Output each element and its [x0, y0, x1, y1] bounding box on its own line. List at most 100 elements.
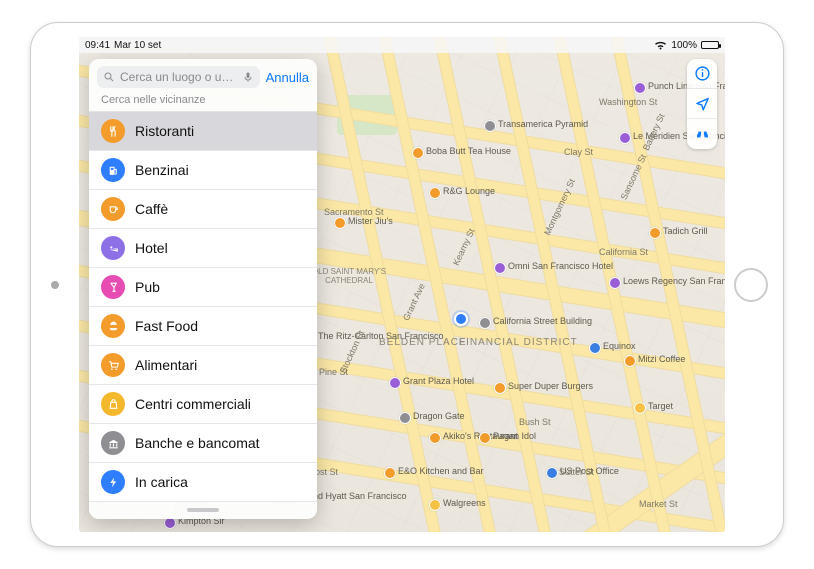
category-row-caffè[interactable]: Caffè [89, 190, 317, 229]
bed-icon [101, 236, 125, 260]
poi-marker[interactable] [619, 132, 631, 144]
dictation-icon[interactable] [242, 71, 254, 83]
street-label: Montgomery St [542, 177, 577, 237]
poi-marker[interactable] [589, 342, 601, 354]
category-label: Centri commerciali [135, 396, 251, 412]
category-row-in-carica[interactable]: In carica [89, 463, 317, 502]
poi-marker[interactable] [412, 147, 424, 159]
poi-marker[interactable] [389, 377, 401, 389]
map-controls [687, 59, 717, 149]
binoculars-icon [694, 126, 711, 143]
poi-marker[interactable] [634, 402, 646, 414]
poi-marker[interactable] [429, 499, 441, 511]
locate-button[interactable] [687, 89, 717, 119]
category-list: Ristoranti Benzinai Caffè Hotel Pub Fast Food… [89, 111, 317, 502]
category-label: Hotel [135, 240, 168, 256]
poi-marker[interactable] [484, 120, 496, 132]
poi-label: Pagan Idol [493, 431, 536, 441]
poi-label: Mister Jiu's [348, 216, 393, 226]
bolt-icon [101, 470, 125, 494]
category-row-ristoranti[interactable]: Ristoranti [89, 112, 317, 151]
front-camera [51, 281, 59, 289]
poi-marker[interactable] [479, 432, 491, 444]
category-label: Benzinai [135, 162, 189, 178]
binoculars-button[interactable] [687, 119, 717, 149]
poi-label: Tadich Grill [663, 226, 708, 236]
category-label: Banche e bancomat [135, 435, 260, 451]
search-panel: Cerca un luogo o un indirizzo Annulla Ce… [89, 59, 317, 519]
status-date: Mar 10 set [114, 40, 161, 51]
street-label: Market St [639, 499, 678, 509]
info-button[interactable] [687, 59, 717, 89]
poi-marker[interactable] [609, 277, 621, 289]
category-label: In carica [135, 474, 188, 490]
cup-icon [101, 197, 125, 221]
street-label: Clay St [564, 147, 593, 157]
bank-icon [101, 431, 125, 455]
poi-label: Omni San Francisco Hotel [508, 261, 613, 271]
burger-icon [101, 314, 125, 338]
district-label: FINANCIAL DISTRICT [459, 337, 578, 348]
category-row-pub[interactable]: Pub [89, 268, 317, 307]
glass-icon [101, 275, 125, 299]
poi-marker[interactable] [384, 467, 396, 479]
cancel-button[interactable]: Annulla [266, 70, 309, 85]
poi-marker[interactable] [479, 317, 491, 329]
street-label: Sacramento St [324, 207, 384, 217]
poi-marker[interactable] [494, 382, 506, 394]
category-row-centri-commerciali[interactable]: Centri commerciali [89, 385, 317, 424]
district-label: OLD SAINT MARY'S CATHEDRAL [309, 267, 389, 285]
status-time: 09:41 [85, 40, 110, 51]
user-location-dot [454, 312, 468, 326]
poi-label: Super Duper Burgers [508, 381, 593, 391]
poi-label: Equinox [603, 341, 636, 351]
category-label: Fast Food [135, 318, 198, 334]
poi-label: Walgreens [443, 498, 486, 508]
fork-icon [101, 119, 125, 143]
category-label: Ristoranti [135, 123, 194, 139]
poi-label: Target [648, 401, 673, 411]
poi-label: Transamerica Pyramid [498, 119, 588, 129]
search-input[interactable]: Cerca un luogo o un indirizzo [97, 66, 260, 88]
street-label: Kearny St [451, 227, 477, 267]
poi-marker[interactable] [399, 412, 411, 424]
street-label: Sutter St [559, 467, 594, 477]
poi-label: Mitzi Coffee [638, 354, 685, 364]
category-label: Pub [135, 279, 160, 295]
poi-marker[interactable] [429, 432, 441, 444]
category-label: Caffè [135, 201, 168, 217]
poi-marker[interactable] [546, 467, 558, 479]
poi-marker[interactable] [634, 82, 646, 94]
screen: 09:41 Mar 10 set 100% [79, 37, 725, 532]
battery-icon [701, 41, 719, 49]
poi-label: Grant Plaza Hotel [403, 376, 474, 386]
street-label: California St [599, 247, 648, 257]
category-row-alimentari[interactable]: Alimentari [89, 346, 317, 385]
category-row-fast-food[interactable]: Fast Food [89, 307, 317, 346]
status-bar: 09:41 Mar 10 set 100% [79, 37, 725, 53]
poi-marker[interactable] [624, 355, 636, 367]
street-label: Grant Ave [401, 282, 427, 322]
street-label: Bush St [519, 417, 551, 427]
poi-marker[interactable] [649, 227, 661, 239]
ipad-frame: 09:41 Mar 10 set 100% [30, 22, 784, 547]
section-title: Cerca nelle vicinanze [89, 92, 317, 111]
category-row-hotel[interactable]: Hotel [89, 229, 317, 268]
poi-label: E&O Kitchen and Bar [398, 466, 484, 476]
category-row-benzinai[interactable]: Benzinai [89, 151, 317, 190]
panel-grabber[interactable] [187, 508, 219, 512]
home-button[interactable] [734, 268, 768, 302]
search-icon [103, 71, 115, 83]
poi-marker[interactable] [494, 262, 506, 274]
poi-label: R&G Lounge [443, 186, 495, 196]
poi-label: California Street Building [493, 316, 592, 326]
poi-marker[interactable] [429, 187, 441, 199]
street-label: Washington St [599, 97, 657, 107]
poi-marker[interactable] [334, 217, 346, 229]
wifi-icon [654, 41, 667, 50]
info-icon [694, 65, 711, 82]
category-row-banche-e-bancomat[interactable]: Banche e bancomat [89, 424, 317, 463]
battery-pct: 100% [671, 40, 697, 51]
poi-label: Loews Regency San Francisco [623, 276, 725, 286]
fuel-icon [101, 158, 125, 182]
